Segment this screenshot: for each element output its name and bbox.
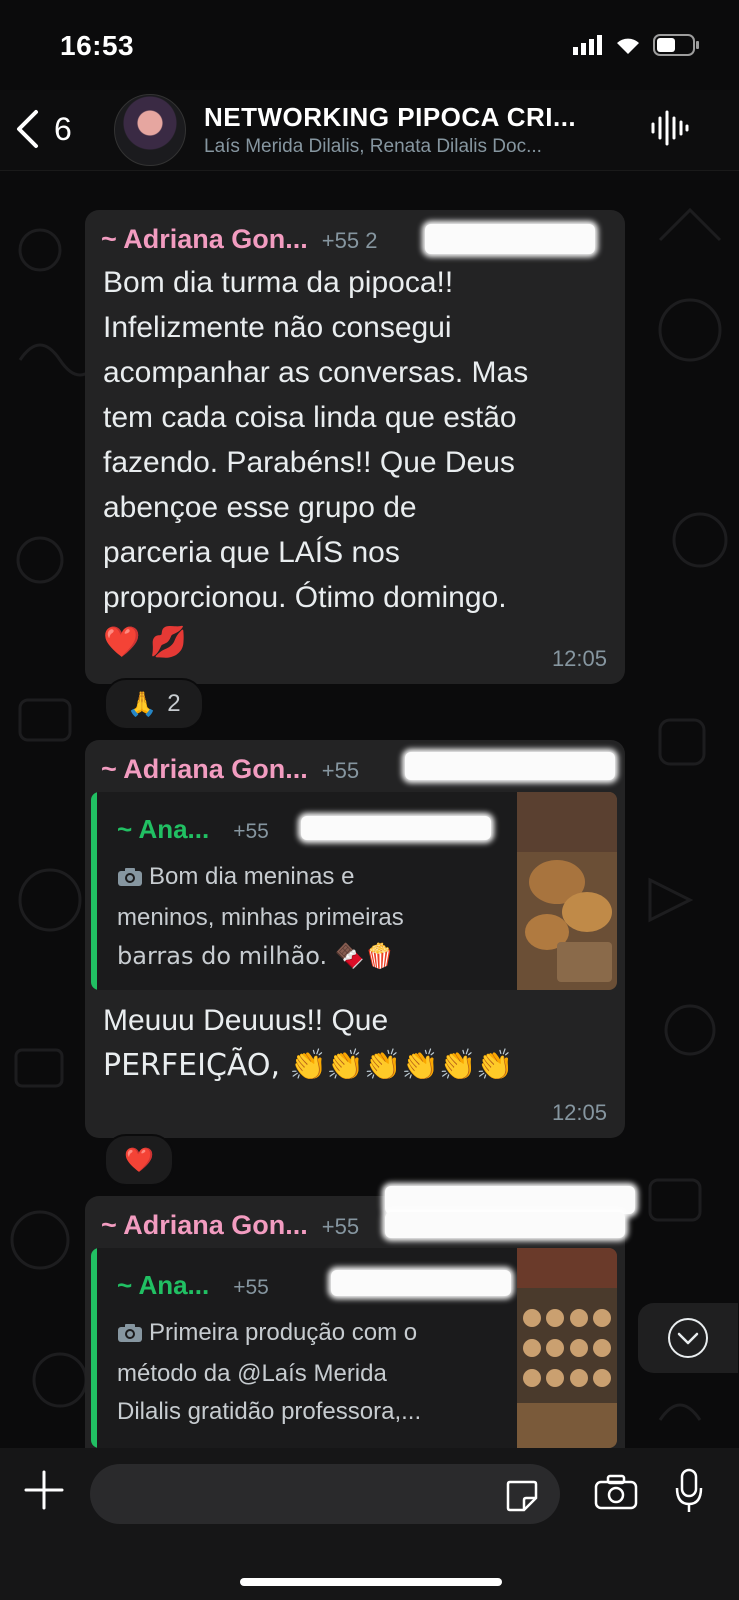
sender-phone: +55 2: [321, 228, 378, 253]
redaction-mark: [385, 1212, 625, 1238]
group-members[interactable]: Laís Merida Dilalis, Renata Dilalis Doc.…: [204, 136, 542, 158]
message-bubble[interactable]: ~ Adriana Gon... +55 ~ Ana... +55 Bom di…: [85, 740, 625, 1138]
quote-accent-bar: [91, 1248, 97, 1448]
cellular-signal-icon: [573, 35, 602, 55]
camera-icon: [117, 861, 143, 899]
wifi-icon: [617, 38, 639, 54]
quoted-line: Primeira produção com o: [149, 1319, 418, 1346]
group-title[interactable]: NETWORKING PIPOCA CRI...: [204, 102, 576, 133]
message-text: Meuuu Deuuus!! Que PERFEIÇÃO, 👏👏👏👏👏👏: [103, 998, 514, 1088]
quoted-sender: ~ Ana...: [117, 814, 210, 844]
quoted-line: meninos, minhas primeiras: [117, 904, 404, 931]
quoted-photo-thumbnail: [517, 792, 617, 990]
quoted-text: Bom dia meninas e meninos, minhas primei…: [117, 858, 487, 975]
message-line: PERFEIÇÃO, 👏👏👏👏👏👏: [103, 1048, 514, 1083]
quoted-phone: +55: [233, 820, 269, 843]
chevron-left-icon: [17, 110, 38, 148]
message-line: parceria que LAÍS nos: [103, 536, 400, 569]
message-sender[interactable]: ~ Adriana Gon...: [101, 224, 308, 255]
quoted-sender: ~ Ana...: [117, 1270, 210, 1300]
chat-header: 6 NETWORKING PIPOCA CRI... Laís Merida D…: [0, 90, 739, 171]
sender-phone: +55: [321, 758, 360, 783]
group-avatar[interactable]: [114, 94, 186, 166]
home-indicator: [240, 1578, 502, 1586]
redaction-mark: [405, 752, 615, 780]
message-text: Bom dia turma da pipoca!! Infelizmente n…: [103, 260, 528, 665]
status-time: 16:53: [60, 30, 135, 61]
message-composer: [0, 1448, 739, 1600]
message-bubble[interactable]: ~ Adriana Gon... +55 ~ Ana... +55 Primei…: [85, 1186, 635, 1448]
message-line: Bom dia turma da pipoca!!: [103, 266, 454, 299]
reaction-badge[interactable]: ❤️: [104, 1134, 174, 1186]
camera-button-icon[interactable]: [594, 1474, 638, 1510]
message-bubble[interactable]: ~ Adriana Gon... +55 2 Bom dia turma da …: [85, 210, 625, 684]
praying-hands-icon: 🙏: [127, 690, 158, 718]
reaction-count: 2: [167, 690, 181, 717]
scroll-to-bottom-button[interactable]: [638, 1303, 738, 1373]
message-input[interactable]: [90, 1464, 560, 1524]
message-sender[interactable]: ~ Adriana Gon...: [101, 754, 308, 785]
redaction-mark: [385, 1186, 635, 1214]
redaction-mark: [425, 224, 595, 254]
quoted-message[interactable]: ~ Ana... +55 Primeira produção com o mét…: [91, 1248, 617, 1448]
attach-plus-icon[interactable]: [24, 1470, 64, 1510]
unread-count: 6: [54, 110, 72, 147]
quoted-line: método da @Laís Merida: [117, 1360, 387, 1387]
redaction-mark: [331, 1270, 511, 1296]
quoted-line: barras do milhão. 🍫🍿: [117, 942, 395, 970]
message-line: abençoe esse grupo de: [103, 491, 417, 524]
message-line: Infelizmente não consegui: [103, 311, 452, 344]
sticker-icon[interactable]: [504, 1478, 540, 1514]
status-bar: 16:53: [0, 0, 739, 90]
chevron-down-icon: [668, 1318, 708, 1358]
microphone-icon[interactable]: [674, 1468, 704, 1516]
message-line: Meuuu Deuuus!! Que: [103, 1004, 389, 1037]
sender-phone: +55: [321, 1214, 360, 1239]
camera-icon: [117, 1317, 143, 1355]
quoted-text: Primeira produção com o método da @Laís …: [117, 1314, 487, 1431]
voice-chat-icon[interactable]: [649, 108, 689, 148]
message-time: 12:05: [551, 646, 607, 671]
message-time: 12:05: [551, 1100, 607, 1125]
message-line: fazendo. Parabéns!! Que Deus: [103, 446, 515, 479]
message-sender[interactable]: ~ Adriana Gon...: [101, 1210, 308, 1241]
heart-icon: ❤️: [124, 1146, 154, 1174]
status-icons: [573, 34, 699, 56]
redaction-mark: [301, 816, 491, 840]
quote-accent-bar: [91, 792, 97, 990]
message-line: tem cada coisa linda que estão: [103, 401, 517, 434]
battery-icon: [653, 34, 699, 56]
reaction-badge[interactable]: 🙏 2: [104, 678, 204, 730]
back-button[interactable]: 6: [14, 104, 104, 154]
message-line: acompanhar as conversas. Mas: [103, 356, 529, 389]
message-emojis: ❤️ 💋: [103, 625, 188, 660]
quoted-photo-thumbnail: [517, 1248, 617, 1448]
message-line: proporcionou. Ótimo domingo.: [103, 581, 507, 614]
quoted-line: Bom dia meninas e: [149, 863, 355, 890]
quoted-line: Dilalis gratidão professora,...: [117, 1398, 422, 1425]
quoted-phone: +55: [233, 1276, 269, 1299]
quoted-message[interactable]: ~ Ana... +55 Bom dia meninas e meninos, …: [91, 792, 617, 990]
